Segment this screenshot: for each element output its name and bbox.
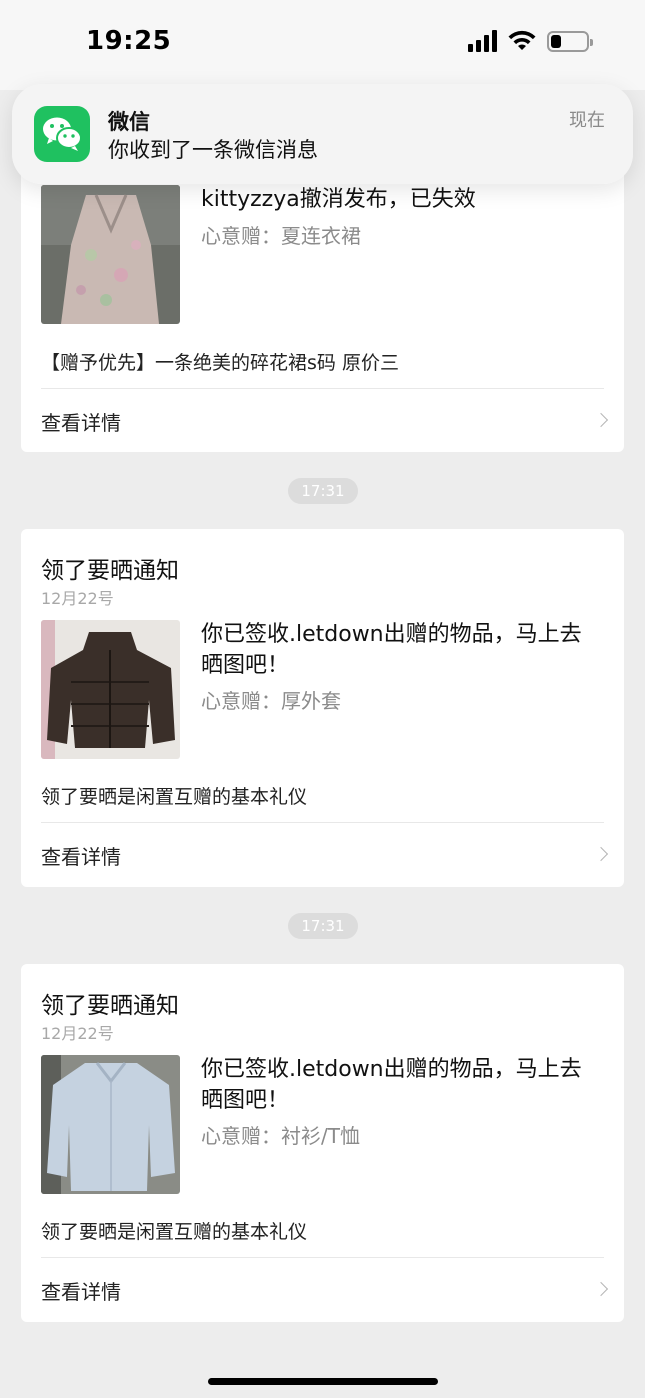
card-note: 领了要晒是闲置互赠的基本礼仪 [41, 786, 308, 808]
notification-banner[interactable]: 微信 你收到了一条微信消息 现在 [12, 84, 633, 184]
wifi-icon [508, 30, 536, 50]
wechat-icon [34, 106, 90, 162]
card-description: 你已签收.letdown出赠的物品，马上去晒图吧！ [201, 622, 582, 678]
message-card: 领了要晒通知 12月22号 你已签收.letdown出赠的物品，马上去晒图吧！ … [21, 964, 624, 1322]
view-details-link[interactable]: 查看详情 [41, 841, 121, 870]
card-title: 领了要晒通知 [41, 993, 179, 1019]
card-description: kittyzzya撤消发布，已失效 [201, 187, 476, 212]
home-indicator[interactable] [208, 1378, 438, 1385]
card-date: 12月22号 [41, 1024, 114, 1043]
message-card: kittyzzya撤消发布，已失效 心意赠：夏连衣裙 【赠予优先】一条绝美的碎花… [21, 150, 624, 452]
shirt-photo [41, 1055, 180, 1194]
view-details-link[interactable]: 查看详情 [41, 407, 121, 436]
card-gift: 心意赠：厚外套 [201, 689, 341, 713]
card-date: 12月22号 [41, 589, 114, 608]
cellular-signal-icon [468, 30, 497, 52]
card-divider [41, 1257, 604, 1258]
message-card: 领了要晒通知 12月22号 你已签收.letdown出赠的物品，马上去晒图吧！ … [21, 529, 624, 887]
status-icons [468, 30, 593, 52]
view-details-link[interactable]: 查看详情 [41, 1276, 121, 1305]
time-separator: 17:31 [288, 478, 358, 504]
floral-dress-photo [41, 185, 180, 324]
chevron-right-icon [593, 846, 609, 862]
card-divider [41, 388, 604, 389]
card-title: 领了要晒通知 [41, 558, 179, 584]
status-bar: 19:25 [0, 0, 645, 90]
chevron-right-icon [593, 412, 609, 428]
card-gift: 心意赠：夏连衣裙 [201, 224, 361, 248]
battery-level [551, 34, 562, 48]
card-description: 你已签收.letdown出赠的物品，马上去晒图吧！ [201, 1057, 582, 1113]
card-note: 领了要晒是闲置互赠的基本礼仪 [41, 1221, 308, 1243]
puffer-jacket-photo [41, 620, 180, 759]
card-gift: 心意赠：衬衫/T恤 [201, 1124, 360, 1148]
card-note: 【赠予优先】一条绝美的碎花裙s码 原价三 [41, 352, 399, 374]
chevron-right-icon [593, 1281, 609, 1297]
status-time: 19:25 [86, 26, 172, 56]
battery-icon [547, 30, 593, 52]
notification-app-name: 微信 [108, 110, 150, 134]
card-divider [41, 822, 604, 823]
time-separator: 17:31 [288, 913, 358, 939]
notification-message: 你收到了一条微信消息 [108, 138, 318, 162]
notification-time: 现在 [569, 110, 605, 131]
